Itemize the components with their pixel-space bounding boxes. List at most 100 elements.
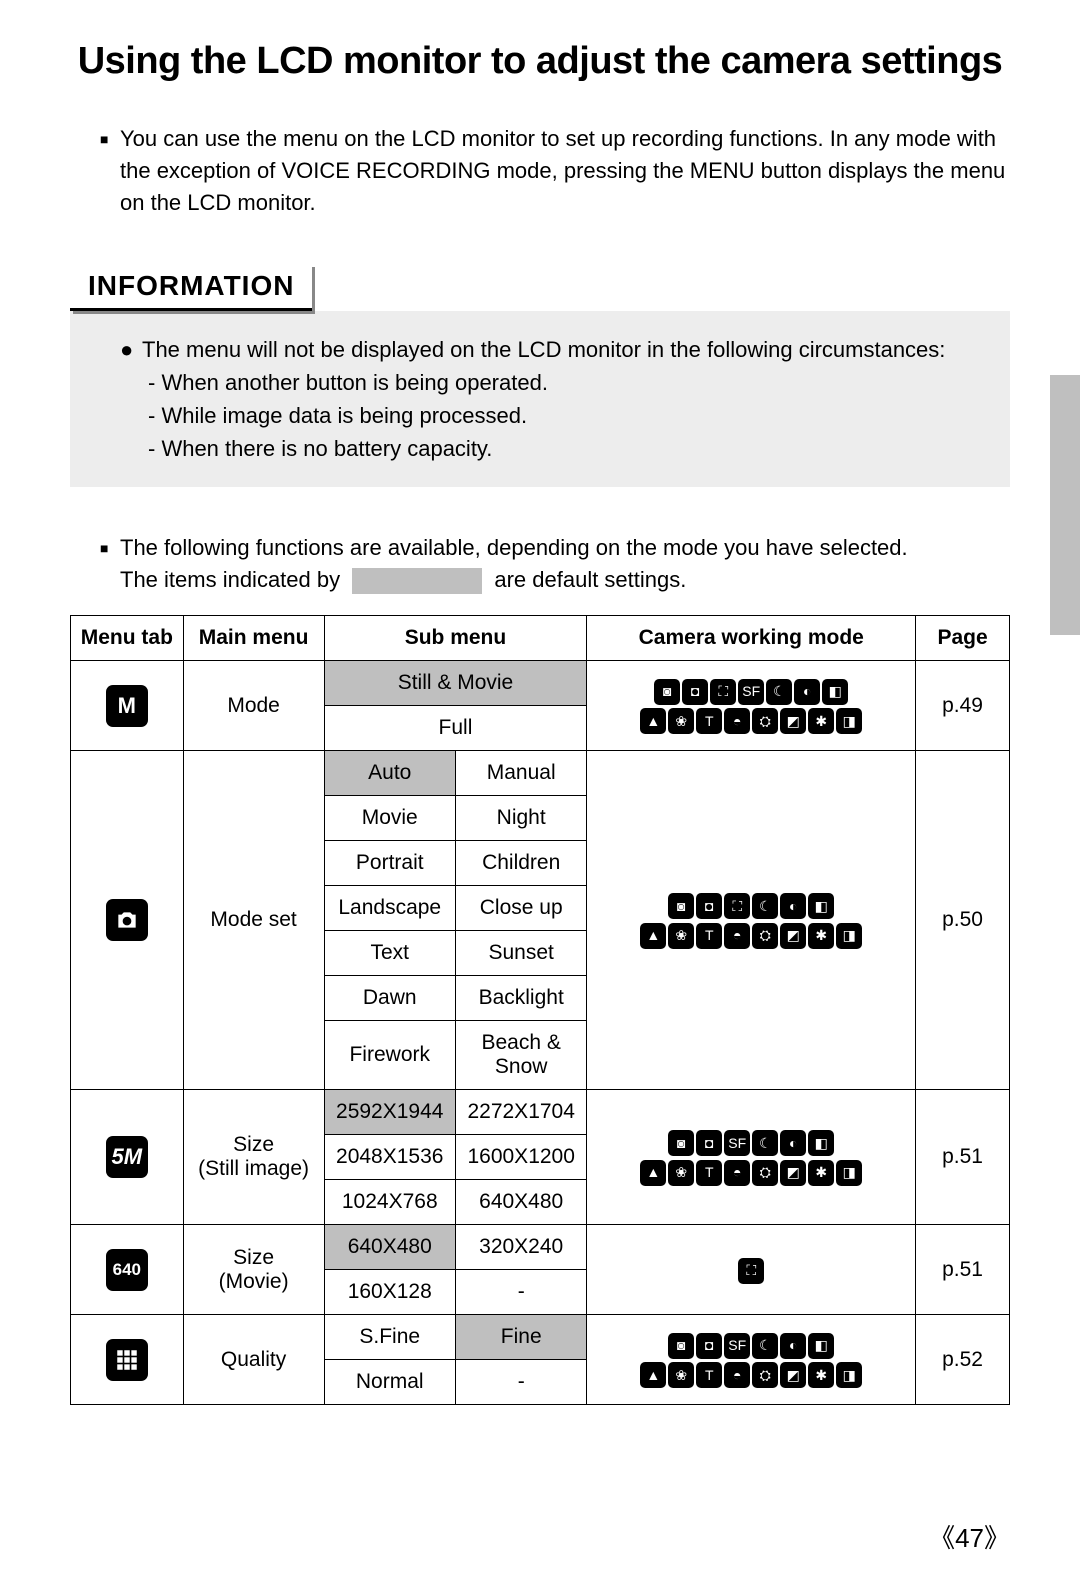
mode-icon: SF [738, 679, 764, 705]
submenu-cell: Normal [324, 1360, 455, 1405]
mode-icon: ✱ [808, 1362, 834, 1388]
page-ref: p.51 [916, 1225, 1010, 1315]
menu-tab-quality [71, 1315, 184, 1405]
submenu-cell: Portrait [324, 841, 455, 886]
submenu-cell: Fine [455, 1315, 586, 1360]
info-item: - When another button is being operated. [120, 366, 980, 399]
menu-tab-size-movie: 640 [71, 1225, 184, 1315]
mode-m-icon: M [106, 685, 148, 727]
table-row: Quality S.Fine Fine ◙◘SF☾◐◧ ▲❀T◓⛭◩✱◨ p.5… [71, 1315, 1010, 1360]
th-main-menu: Main menu [183, 616, 324, 661]
camera-mode-icons: ◙◘⛶SF☾◐◧ ▲❀T◓⛭◩✱◨ [587, 661, 916, 751]
page-ref: p.52 [916, 1315, 1010, 1405]
mode-icon: SF [724, 1333, 750, 1359]
mode-icon: ◙ [668, 893, 694, 919]
menu-tab-mode: M [71, 661, 184, 751]
mode-icon: ◘ [682, 679, 708, 705]
page-title: Using the LCD monitor to adjust the came… [70, 40, 1010, 83]
main-menu-quality: Quality [183, 1315, 324, 1405]
mode-icon: ⛭ [752, 1362, 778, 1388]
submenu-still-movie: Still & Movie [324, 661, 587, 706]
mode-icon: ☾ [752, 1333, 778, 1359]
submenu-cell: 160X128 [324, 1270, 455, 1315]
square-bullet-icon: ■ [100, 123, 120, 219]
mode-icon: ◩ [780, 1160, 806, 1186]
submenu-cell: Close up [455, 886, 586, 931]
main-menu-mode: Mode [183, 661, 324, 751]
mode-icon: ❀ [668, 708, 694, 734]
submenu-cell: 2592X1944 [324, 1090, 455, 1135]
mode-icon: ▲ [640, 1160, 666, 1186]
camera-mode-icons: ◙◘⛶☾◐◧ ▲❀T◓⛭◩✱◨ [587, 751, 916, 1090]
mode-icon: ◓ [724, 923, 750, 949]
mode-icon: ◩ [780, 708, 806, 734]
info-item: - While image data is being processed. [120, 399, 980, 432]
square-bullet-icon: ■ [100, 532, 120, 596]
mode-icon: ◧ [808, 1333, 834, 1359]
submenu-cell: Sunset [455, 931, 586, 976]
mode-icon: T [696, 708, 722, 734]
table-row: Mode set Auto Manual ◙◘⛶☾◐◧ ▲❀T◓⛭◩✱◨ p.5… [71, 751, 1010, 796]
submenu-cell: Children [455, 841, 586, 886]
mode-icon: ☾ [752, 1130, 778, 1156]
mode-icon: ✱ [808, 708, 834, 734]
info-heading: INFORMATION [70, 264, 312, 311]
mode-icon: ▲ [640, 708, 666, 734]
mode-icon: ◧ [822, 679, 848, 705]
info-lead: The menu will not be displayed on the LC… [142, 333, 945, 366]
submenu-cell: Firework [324, 1021, 455, 1090]
size-5m-icon: 5M [106, 1136, 148, 1178]
functions-intro-b-post: are default settings. [494, 567, 686, 592]
mode-icon: ⛶ [724, 893, 750, 919]
mode-icon: ◨ [836, 708, 862, 734]
mode-icon: ⛭ [752, 923, 778, 949]
mode-icon: T [696, 1160, 722, 1186]
mode-icon: ◨ [836, 1160, 862, 1186]
intro-text: You can use the menu on the LCD monitor … [120, 123, 1010, 219]
mode-icon: ☾ [766, 679, 792, 705]
mode-icon: ◨ [836, 923, 862, 949]
page-ref: p.50 [916, 751, 1010, 1090]
page-ref: p.49 [916, 661, 1010, 751]
mode-icon: ❀ [668, 923, 694, 949]
mode-icon: ◓ [724, 708, 750, 734]
page-ref: p.51 [916, 1090, 1010, 1225]
mode-icon: ◓ [724, 1362, 750, 1388]
submenu-cell: 1600X1200 [455, 1135, 586, 1180]
submenu-cell: 1024X768 [324, 1180, 455, 1225]
size-640-icon: 640 [106, 1249, 148, 1291]
bullet-dot-icon: ● [120, 333, 142, 366]
mode-icon: ☾ [752, 893, 778, 919]
table-row: M Mode Still & Movie ◙◘⛶SF☾◐◧ ▲❀T◓⛭◩✱◨ p… [71, 661, 1010, 706]
information-section: INFORMATION ● The menu will not be displ… [70, 239, 1010, 487]
mode-icon: ◩ [780, 923, 806, 949]
mode-icon: ✱ [808, 1160, 834, 1186]
table-row: 640 Size(Movie) 640X480 320X240 ⛶ p.51 [71, 1225, 1010, 1270]
camera-mode-icons: ◙◘SF☾◐◧ ▲❀T◓⛭◩✱◨ [587, 1315, 916, 1405]
th-menu-tab: Menu tab [71, 616, 184, 661]
functions-intro-a: The following functions are available, d… [120, 535, 908, 560]
mode-icon: ◓ [724, 1160, 750, 1186]
submenu-cell: S.Fine [324, 1315, 455, 1360]
table-row: 5M Size(Still image) 2592X1944 2272X1704… [71, 1090, 1010, 1135]
mode-icon: ◧ [808, 893, 834, 919]
mode-icon: SF [724, 1130, 750, 1156]
main-menu-modeset: Mode set [183, 751, 324, 1090]
th-camera-mode: Camera working mode [587, 616, 916, 661]
camera-icon [106, 899, 148, 941]
mode-icon: ◐ [780, 893, 806, 919]
table-header-row: Menu tab Main menu Sub menu Camera worki… [71, 616, 1010, 661]
mode-icon: ❀ [668, 1362, 694, 1388]
submenu-cell: 2048X1536 [324, 1135, 455, 1180]
default-swatch-icon [352, 568, 482, 594]
functions-intro: ■ The following functions are available,… [100, 532, 1010, 596]
main-menu-size-movie: Size(Movie) [183, 1225, 324, 1315]
submenu-full: Full [324, 706, 587, 751]
submenu-cell: Beach & Snow [455, 1021, 586, 1090]
menu-table: Menu tab Main menu Sub menu Camera worki… [70, 615, 1010, 1405]
mode-icon: ◙ [668, 1333, 694, 1359]
mode-icon: ◘ [696, 893, 722, 919]
functions-intro-b-pre: The items indicated by [120, 567, 340, 592]
info-box: ● The menu will not be displayed on the … [70, 311, 1010, 487]
mode-icon: ◐ [780, 1333, 806, 1359]
